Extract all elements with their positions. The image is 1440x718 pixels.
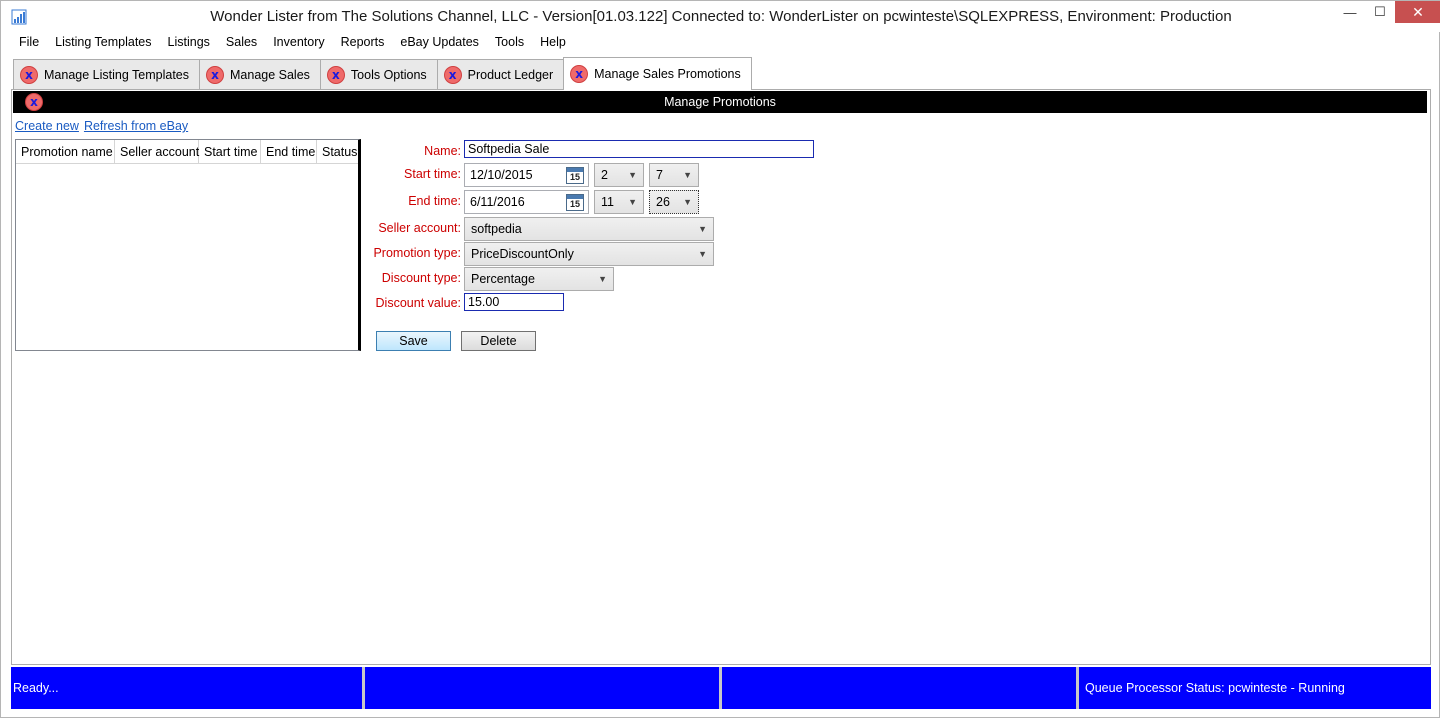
panel-title: Manage Promotions: [664, 95, 776, 109]
end-time-label: End time:: [408, 194, 461, 208]
action-links: Create new Refresh from eBay: [15, 119, 193, 133]
tab-product-ledger[interactable]: x Product Ledger: [436, 59, 565, 90]
promotion-type-select[interactable]: PriceDiscountOnly ▼: [464, 242, 714, 266]
chevron-down-icon: ▼: [628, 197, 637, 207]
status-segment-3: [722, 667, 1079, 709]
end-date-value: 6/11/2016: [470, 195, 525, 209]
column-header-start-time[interactable]: Start time: [199, 140, 261, 163]
chevron-down-icon: ▼: [698, 224, 707, 234]
tab-manage-listing-templates[interactable]: x Manage Listing Templates: [13, 59, 200, 90]
tab-manage-sales[interactable]: x Manage Sales: [199, 59, 321, 90]
promotion-type-value: PriceDiscountOnly: [471, 247, 574, 261]
menu-bar: File Listing Templates Listings Sales In…: [11, 33, 574, 53]
menu-listings[interactable]: Listings: [160, 33, 218, 53]
start-time-label: Start time:: [404, 167, 461, 181]
grid-header: Promotion name Seller account Start time…: [16, 140, 358, 164]
tab-label: Manage Sales: [230, 68, 310, 82]
tab-label: Manage Sales Promotions: [594, 67, 741, 81]
seller-account-value: softpedia: [471, 222, 522, 236]
close-tab-icon[interactable]: x: [20, 66, 38, 84]
create-new-link[interactable]: Create new: [15, 119, 79, 133]
window-title: Wonder Lister from The Solutions Channel…: [210, 8, 1232, 25]
chevron-down-icon: ▼: [628, 170, 637, 180]
start-hour-select[interactable]: 2 ▼: [594, 163, 644, 187]
start-minute-value: 7: [656, 168, 663, 182]
column-header-end-time[interactable]: End time: [261, 140, 317, 163]
discount-type-value: Percentage: [471, 272, 535, 286]
discount-type-label: Discount type:: [381, 271, 461, 285]
tab-label: Product Ledger: [467, 68, 554, 82]
menu-inventory[interactable]: Inventory: [265, 33, 332, 53]
chevron-down-icon: ▼: [683, 197, 692, 207]
chevron-down-icon: ▼: [698, 249, 707, 259]
discount-type-select[interactable]: Percentage ▼: [464, 267, 614, 291]
start-date-picker[interactable]: 12/10/2015 15: [464, 163, 589, 187]
status-segment-2: [365, 667, 722, 709]
title-bar[interactable]: Wonder Lister from The Solutions Channel…: [1, 1, 1440, 32]
start-date-value: 12/10/2015: [470, 168, 533, 182]
end-hour-value: 11: [601, 195, 614, 209]
panel-header: x Manage Promotions: [13, 91, 1427, 113]
close-tab-icon[interactable]: x: [443, 66, 462, 84]
menu-help[interactable]: Help: [532, 33, 574, 53]
calendar-icon[interactable]: 15: [566, 194, 584, 211]
delete-button[interactable]: Delete: [461, 331, 536, 351]
app-window: Wonder Lister from The Solutions Channel…: [0, 0, 1440, 718]
column-header-promotion-name[interactable]: Promotion name: [16, 140, 115, 163]
menu-reports[interactable]: Reports: [333, 33, 393, 53]
end-hour-select[interactable]: 11 ▼: [594, 190, 644, 214]
close-tab-icon[interactable]: x: [206, 66, 224, 84]
save-button[interactable]: Save: [376, 331, 451, 351]
promotions-grid[interactable]: Promotion name Seller account Start time…: [15, 139, 361, 351]
start-minute-select[interactable]: 7 ▼: [649, 163, 699, 187]
close-window-button[interactable]: ✕: [1395, 1, 1440, 23]
tab-tools-options[interactable]: x Tools Options: [319, 59, 438, 90]
start-hour-value: 2: [601, 168, 608, 182]
close-tab-icon[interactable]: x: [326, 66, 345, 84]
queue-processor-status: Queue Processor Status: pcwinteste - Run…: [1079, 667, 1431, 709]
status-bar: Ready... Queue Processor Status: pcwinte…: [11, 667, 1431, 709]
promotion-type-label: Promotion type:: [373, 246, 461, 260]
refresh-from-ebay-link[interactable]: Refresh from eBay: [84, 119, 188, 133]
name-field[interactable]: Softpedia Sale: [464, 140, 814, 158]
minimize-button[interactable]: —: [1335, 1, 1365, 23]
tab-label: Manage Listing Templates: [44, 68, 189, 82]
end-date-picker[interactable]: 6/11/2016 15: [464, 190, 589, 214]
menu-file[interactable]: File: [11, 33, 47, 53]
name-label: Name:: [424, 144, 461, 158]
chevron-down-icon: ▼: [683, 170, 692, 180]
menu-ebay-updates[interactable]: eBay Updates: [392, 33, 487, 53]
maximize-button[interactable]: ☐: [1365, 1, 1395, 23]
tab-label: Tools Options: [350, 68, 427, 82]
tab-manage-sales-promotions[interactable]: x Manage Sales Promotions: [563, 57, 752, 90]
discount-value-field[interactable]: 15.00: [464, 293, 564, 311]
window-controls: — ☐ ✕: [1335, 1, 1440, 25]
seller-account-label: Seller account:: [378, 221, 461, 235]
column-header-seller-account[interactable]: Seller account: [115, 140, 199, 163]
status-text: Ready...: [11, 667, 365, 709]
document-tabs: x Manage Listing Templates x Manage Sale…: [13, 57, 752, 90]
discount-value-label: Discount value:: [375, 296, 461, 310]
end-minute-select[interactable]: 26 ▼: [649, 190, 699, 214]
menu-tools[interactable]: Tools: [487, 33, 532, 53]
calendar-icon[interactable]: 15: [566, 167, 584, 184]
menu-sales[interactable]: Sales: [218, 33, 265, 53]
end-minute-value: 26: [656, 195, 670, 209]
chevron-down-icon: ▼: [598, 274, 607, 284]
menu-listing-templates[interactable]: Listing Templates: [47, 33, 159, 53]
close-tab-icon[interactable]: x: [570, 65, 589, 83]
seller-account-select[interactable]: softpedia ▼: [464, 217, 714, 241]
